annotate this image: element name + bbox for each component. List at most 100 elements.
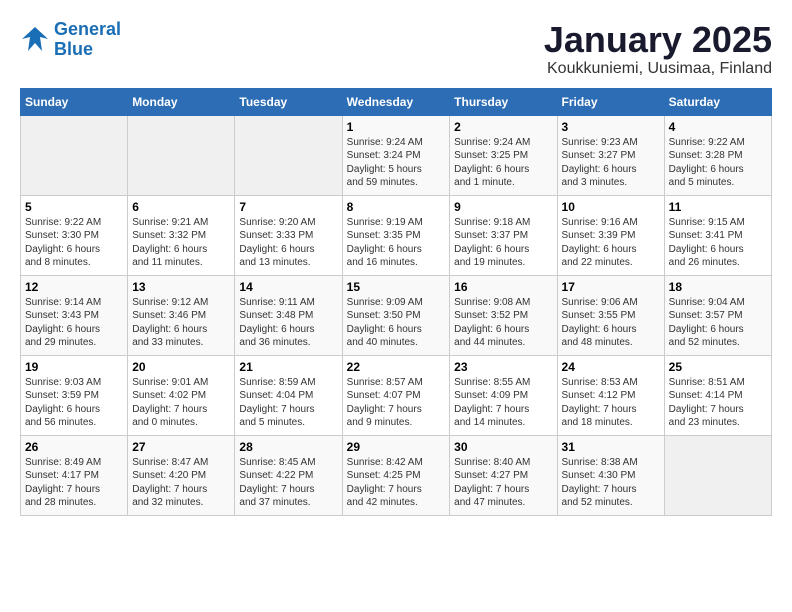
column-header-wednesday: Wednesday bbox=[342, 88, 450, 115]
column-header-sunday: Sunday bbox=[21, 88, 128, 115]
day-info: Sunrise: 9:20 AM Sunset: 3:33 PM Dayligh… bbox=[239, 216, 337, 270]
day-number: 26 bbox=[25, 440, 123, 454]
calendar-week-row: 26 Sunrise: 8:49 AM Sunset: 4:17 PM Dayli… bbox=[21, 435, 772, 515]
day-info: Sunrise: 9:16 AM Sunset: 3:39 PM Dayligh… bbox=[562, 216, 660, 270]
day-info: Sunrise: 8:40 AM Sunset: 4:27 PM Dayligh… bbox=[454, 456, 552, 510]
calendar-cell: 7 Sunrise: 9:20 AM Sunset: 3:33 PM Daylig… bbox=[235, 195, 342, 275]
calendar-cell: 17Sunrise: 9:06 AM Sunset: 3:55 PM Dayli… bbox=[557, 275, 664, 355]
day-info: Sunrise: 9:08 AM Sunset: 3:52 PM Dayligh… bbox=[454, 296, 552, 350]
day-number: 15 bbox=[347, 280, 446, 294]
day-info: Sunrise: 9:12 AM Sunset: 3:46 PM Dayligh… bbox=[132, 296, 230, 350]
day-number: 30 bbox=[454, 440, 552, 454]
page-title: January 2025 bbox=[544, 20, 772, 60]
calendar-cell bbox=[128, 115, 235, 195]
day-number: 8 bbox=[347, 200, 446, 214]
day-number: 3 bbox=[562, 120, 660, 134]
day-info: Sunrise: 8:42 AM Sunset: 4:25 PM Dayligh… bbox=[347, 456, 446, 510]
day-info: Sunrise: 9:03 AM Sunset: 3:59 PM Dayligh… bbox=[25, 376, 123, 430]
day-info: Sunrise: 8:55 AM Sunset: 4:09 PM Dayligh… bbox=[454, 376, 552, 430]
column-header-tuesday: Tuesday bbox=[235, 88, 342, 115]
calendar-cell: 5Sunrise: 9:22 AM Sunset: 3:30 PM Daylig… bbox=[21, 195, 128, 275]
day-number: 9 bbox=[454, 200, 552, 214]
day-info: Sunrise: 8:49 AM Sunset: 4:17 PM Dayligh… bbox=[25, 456, 123, 510]
day-info: Sunrise: 8:45 AM Sunset: 4:22 PM Dayligh… bbox=[239, 456, 337, 510]
calendar-cell: 19 Sunrise: 9:03 AM Sunset: 3:59 PM Dayli… bbox=[21, 355, 128, 435]
calendar-week-row: 5Sunrise: 9:22 AM Sunset: 3:30 PM Daylig… bbox=[21, 195, 772, 275]
day-info: Sunrise: 8:57 AM Sunset: 4:07 PM Dayligh… bbox=[347, 376, 446, 430]
column-header-friday: Friday bbox=[557, 88, 664, 115]
day-info: Sunrise: 9:24 AM Sunset: 3:25 PM Dayligh… bbox=[454, 136, 552, 190]
calendar-week-row: 12Sunrise: 9:14 AM Sunset: 3:43 PM Dayli… bbox=[21, 275, 772, 355]
day-info: Sunrise: 9:18 AM Sunset: 3:37 PM Dayligh… bbox=[454, 216, 552, 270]
day-info: Sunrise: 9:01 AM Sunset: 4:02 PM Dayligh… bbox=[132, 376, 230, 430]
day-number: 28 bbox=[239, 440, 337, 454]
calendar-cell: 15 Sunrise: 9:09 AM Sunset: 3:50 PM Dayli… bbox=[342, 275, 450, 355]
day-number: 22 bbox=[347, 360, 446, 374]
day-info: Sunrise: 9:19 AM Sunset: 3:35 PM Dayligh… bbox=[347, 216, 446, 270]
calendar-cell bbox=[21, 115, 128, 195]
calendar-cell bbox=[235, 115, 342, 195]
calendar-cell: 13 Sunrise: 9:12 AM Sunset: 3:46 PM Dayli… bbox=[128, 275, 235, 355]
day-number: 23 bbox=[454, 360, 552, 374]
calendar-cell: 6 Sunrise: 9:21 AM Sunset: 3:32 PM Daylig… bbox=[128, 195, 235, 275]
day-number: 11 bbox=[669, 200, 767, 214]
calendar-cell bbox=[664, 435, 771, 515]
calendar-table: SundayMondayTuesdayWednesdayThursdayFrid… bbox=[20, 88, 772, 516]
calendar-cell: 28 Sunrise: 8:45 AM Sunset: 4:22 PM Dayli… bbox=[235, 435, 342, 515]
calendar-cell: 14Sunrise: 9:11 AM Sunset: 3:48 PM Dayli… bbox=[235, 275, 342, 355]
day-number: 7 bbox=[239, 200, 337, 214]
day-info: Sunrise: 9:23 AM Sunset: 3:27 PM Dayligh… bbox=[562, 136, 660, 190]
day-number: 21 bbox=[239, 360, 337, 374]
day-info: Sunrise: 9:15 AM Sunset: 3:41 PM Dayligh… bbox=[669, 216, 767, 270]
day-number: 19 bbox=[25, 360, 123, 374]
calendar-cell: 11 Sunrise: 9:15 AM Sunset: 3:41 PM Dayli… bbox=[664, 195, 771, 275]
logo-icon bbox=[20, 25, 50, 55]
calendar-cell: 12Sunrise: 9:14 AM Sunset: 3:43 PM Dayli… bbox=[21, 275, 128, 355]
day-info: Sunrise: 9:06 AM Sunset: 3:55 PM Dayligh… bbox=[562, 296, 660, 350]
day-info: Sunrise: 9:11 AM Sunset: 3:48 PM Dayligh… bbox=[239, 296, 337, 350]
calendar-header-row: SundayMondayTuesdayWednesdayThursdayFrid… bbox=[21, 88, 772, 115]
calendar-cell: 10Sunrise: 9:16 AM Sunset: 3:39 PM Dayli… bbox=[557, 195, 664, 275]
day-info: Sunrise: 9:22 AM Sunset: 3:28 PM Dayligh… bbox=[669, 136, 767, 190]
calendar-cell: 25Sunrise: 8:51 AM Sunset: 4:14 PM Dayli… bbox=[664, 355, 771, 435]
day-info: Sunrise: 9:14 AM Sunset: 3:43 PM Dayligh… bbox=[25, 296, 123, 350]
day-info: Sunrise: 9:24 AM Sunset: 3:24 PM Dayligh… bbox=[347, 136, 446, 190]
calendar-cell: 4 Sunrise: 9:22 AM Sunset: 3:28 PM Daylig… bbox=[664, 115, 771, 195]
day-number: 16 bbox=[454, 280, 552, 294]
calendar-cell: 20 Sunrise: 9:01 AM Sunset: 4:02 PM Dayli… bbox=[128, 355, 235, 435]
page-subtitle: Koukkuniemi, Uusimaa, Finland bbox=[544, 60, 772, 78]
day-info: Sunrise: 9:04 AM Sunset: 3:57 PM Dayligh… bbox=[669, 296, 767, 350]
day-info: Sunrise: 8:47 AM Sunset: 4:20 PM Dayligh… bbox=[132, 456, 230, 510]
day-number: 27 bbox=[132, 440, 230, 454]
day-info: Sunrise: 9:21 AM Sunset: 3:32 PM Dayligh… bbox=[132, 216, 230, 270]
day-number: 6 bbox=[132, 200, 230, 214]
calendar-week-row: 19 Sunrise: 9:03 AM Sunset: 3:59 PM Dayli… bbox=[21, 355, 772, 435]
day-number: 20 bbox=[132, 360, 230, 374]
day-number: 25 bbox=[669, 360, 767, 374]
day-info: Sunrise: 8:53 AM Sunset: 4:12 PM Dayligh… bbox=[562, 376, 660, 430]
title-block: January 2025 Koukkuniemi, Uusimaa, Finla… bbox=[544, 20, 772, 78]
calendar-cell: 29 Sunrise: 8:42 AM Sunset: 4:25 PM Dayli… bbox=[342, 435, 450, 515]
column-header-saturday: Saturday bbox=[664, 88, 771, 115]
day-number: 13 bbox=[132, 280, 230, 294]
calendar-cell: 21Sunrise: 8:59 AM Sunset: 4:04 PM Dayli… bbox=[235, 355, 342, 435]
calendar-cell: 26 Sunrise: 8:49 AM Sunset: 4:17 PM Dayli… bbox=[21, 435, 128, 515]
calendar-cell: 23 Sunrise: 8:55 AM Sunset: 4:09 PM Dayli… bbox=[450, 355, 557, 435]
day-info: Sunrise: 8:38 AM Sunset: 4:30 PM Dayligh… bbox=[562, 456, 660, 510]
calendar-cell: 30 Sunrise: 8:40 AM Sunset: 4:27 PM Dayli… bbox=[450, 435, 557, 515]
calendar-cell: 22 Sunrise: 8:57 AM Sunset: 4:07 PM Dayli… bbox=[342, 355, 450, 435]
day-number: 4 bbox=[669, 120, 767, 134]
day-number: 29 bbox=[347, 440, 446, 454]
day-number: 5 bbox=[25, 200, 123, 214]
page-header: General Blue January 2025 Koukkuniemi, U… bbox=[20, 20, 772, 78]
calendar-cell: 9 Sunrise: 9:18 AM Sunset: 3:37 PM Daylig… bbox=[450, 195, 557, 275]
day-info: Sunrise: 9:09 AM Sunset: 3:50 PM Dayligh… bbox=[347, 296, 446, 350]
calendar-cell: 3 Sunrise: 9:23 AM Sunset: 3:27 PM Daylig… bbox=[557, 115, 664, 195]
calendar-cell: 16 Sunrise: 9:08 AM Sunset: 3:52 PM Dayli… bbox=[450, 275, 557, 355]
calendar-cell: 31 Sunrise: 8:38 AM Sunset: 4:30 PM Dayli… bbox=[557, 435, 664, 515]
day-number: 31 bbox=[562, 440, 660, 454]
calendar-cell: 18 Sunrise: 9:04 AM Sunset: 3:57 PM Dayli… bbox=[664, 275, 771, 355]
day-number: 18 bbox=[669, 280, 767, 294]
calendar-week-row: 1 Sunrise: 9:24 AM Sunset: 3:24 PM Daylig… bbox=[21, 115, 772, 195]
day-number: 1 bbox=[347, 120, 446, 134]
